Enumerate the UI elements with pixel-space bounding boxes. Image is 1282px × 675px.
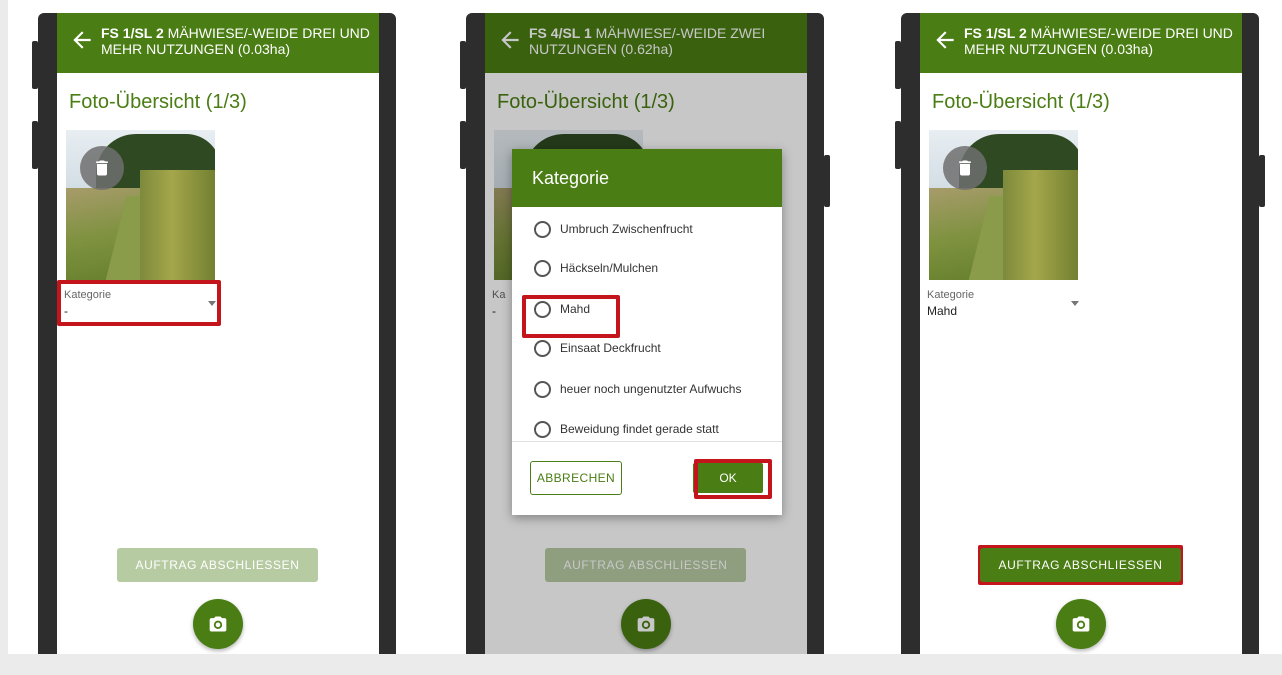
finish-order-button[interactable]: AUFTRAG ABSCHLIESSEN <box>980 548 1181 582</box>
app-bar-title: FS 1/SL 2 MÄHWIESE/-WEIDE DREI UND MEHR … <box>101 25 373 57</box>
radio-icon <box>534 340 551 357</box>
radio-icon <box>534 381 551 398</box>
app-bar-title: FS 1/SL 2 MÄHWIESE/-WEIDE DREI UND MEHR … <box>964 25 1236 57</box>
radio-icon <box>534 421 551 438</box>
arrow-left-icon[interactable] <box>69 27 95 53</box>
dialog-title: Kategorie <box>512 149 782 207</box>
arrow-left-icon[interactable] <box>932 27 958 53</box>
kategorie-label: Kategorie <box>927 289 975 301</box>
page-title: Foto-Übersicht (1/3) <box>932 91 1110 113</box>
photo-thumbnail[interactable] <box>66 130 215 280</box>
chevron-down-icon <box>1071 301 1079 306</box>
trash-icon <box>959 160 971 176</box>
highlight-box <box>694 459 772 499</box>
finish-order-button[interactable]: AUFTRAG ABSCHLIESSEN <box>117 548 318 582</box>
kategorie-value: Mahd <box>927 304 958 318</box>
radio-icon <box>534 221 551 238</box>
kategorie-select[interactable]: Kategorie Mahd <box>927 289 1083 318</box>
field-id: FS 1/SL 2 <box>101 25 164 41</box>
phone-side-button <box>824 155 830 207</box>
phone-screen: FS 4/SL 1 MÄHWIESE/-WEIDE ZWEI NUTZUNGEN… <box>485 13 807 654</box>
phone-side-button <box>1259 155 1265 207</box>
page-title: Foto-Übersicht (1/3) <box>69 91 247 113</box>
delete-photo-button[interactable] <box>943 146 987 190</box>
camera-icon <box>209 616 227 632</box>
phone-screen: FS 1/SL 2 MÄHWIESE/-WEIDE DREI UND MEHR … <box>57 13 379 654</box>
trash-icon <box>96 160 108 176</box>
highlight-box <box>57 280 221 326</box>
phone-step-2: FS 4/SL 1 MÄHWIESE/-WEIDE ZWEI NUTZUNGEN… <box>460 13 830 654</box>
photo-thumbnail[interactable] <box>929 130 1078 280</box>
app-bar: FS 1/SL 2 MÄHWIESE/-WEIDE DREI UND MEHR … <box>57 13 379 73</box>
delete-photo-button[interactable] <box>80 146 124 190</box>
camera-icon <box>1072 616 1090 632</box>
tutorial-canvas: FS 1/SL 2 MÄHWIESE/-WEIDE DREI UND MEHR … <box>8 0 1282 654</box>
field-id: FS 1/SL 2 <box>964 25 1027 41</box>
camera-button[interactable] <box>193 599 243 649</box>
radio-icon <box>534 260 551 277</box>
app-bar: FS 1/SL 2 MÄHWIESE/-WEIDE DREI UND MEHR … <box>920 13 1242 73</box>
phone-step-3: FS 1/SL 2 MÄHWIESE/-WEIDE DREI UND MEHR … <box>895 13 1265 654</box>
highlight-box <box>522 295 620 338</box>
cancel-button[interactable]: ABBRECHEN <box>530 461 622 495</box>
phone-step-1: FS 1/SL 2 MÄHWIESE/-WEIDE DREI UND MEHR … <box>32 13 396 654</box>
camera-button[interactable] <box>1056 599 1106 649</box>
phone-screen: FS 1/SL 2 MÄHWIESE/-WEIDE DREI UND MEHR … <box>920 13 1242 654</box>
